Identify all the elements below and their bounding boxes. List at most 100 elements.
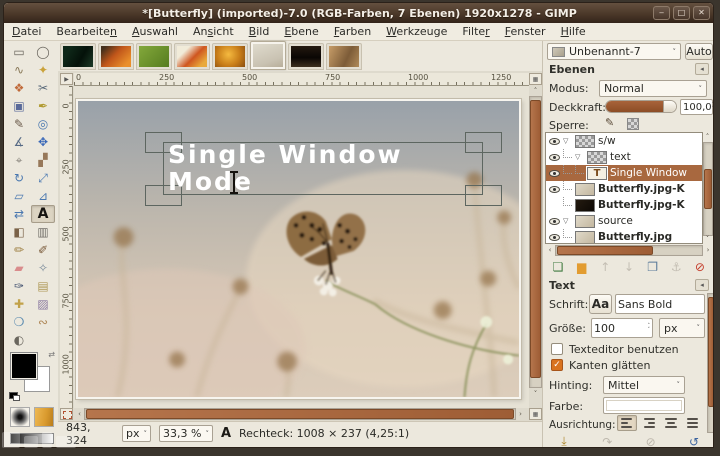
canvas-text[interactable]: Single WindowMode <box>168 141 403 195</box>
paths-tool[interactable]: ✒ <box>31 97 55 115</box>
image-tab-8[interactable] <box>326 43 362 70</box>
visibility-eye-icon[interactable] <box>549 170 560 177</box>
visibility-eye-icon[interactable] <box>549 186 560 193</box>
dodge-burn-tool[interactable]: ◐ <box>7 331 31 349</box>
font-name-input[interactable]: Sans Bold <box>615 294 705 314</box>
image-tab-3[interactable] <box>136 43 172 70</box>
scroll-right-arrow[interactable]: › <box>703 246 713 254</box>
titlebar[interactable]: *[Butterfly] (imported)-7.0 (RGB-Farben,… <box>4 3 714 23</box>
spinner-arrows-icon[interactable]: ˄˅ <box>648 324 651 332</box>
visibility-eye-icon[interactable] <box>549 154 560 161</box>
image-selector-dropdown[interactable]: Unbenannt-7 ˅ <box>547 43 681 60</box>
select-by-color-tool[interactable]: ❖ <box>7 79 31 97</box>
layer-row[interactable]: Butterfly.jpg-K <box>546 197 702 213</box>
color-picker-tool[interactable]: ✎ <box>7 115 31 133</box>
maximize-button[interactable]: □ <box>673 6 690 20</box>
crop-tool[interactable]: ▞ <box>31 151 55 169</box>
menu-bearbeiten[interactable]: Bearbeiten <box>56 25 117 38</box>
textbox-handle-top-right[interactable] <box>465 132 502 153</box>
active-brush-preview[interactable] <box>10 407 30 427</box>
bucket-fill-tool[interactable]: ◧ <box>7 223 31 241</box>
visibility-eye-icon[interactable] <box>549 218 560 225</box>
image-tab-6[interactable] <box>250 41 286 70</box>
text-color-button[interactable] <box>603 397 685 414</box>
panel-menu-button[interactable]: ◂ <box>695 279 709 291</box>
expander-triangle-icon[interactable]: ▽ <box>563 217 572 225</box>
zoom-follow-window-toggle[interactable]: ▦ <box>529 73 542 85</box>
lock-alpha-icon[interactable] <box>627 118 639 130</box>
scroll-up-arrow[interactable]: ˄ <box>529 87 542 95</box>
blur-sharpen-tool[interactable]: ❍ <box>7 313 31 331</box>
scroll-left-arrow[interactable]: ‹ <box>545 246 555 254</box>
use-editor-checkbox[interactable] <box>551 343 563 355</box>
measure-tool[interactable]: ∡ <box>7 133 31 151</box>
eraser-tool[interactable]: ▰ <box>7 259 31 277</box>
spinner-arrows-icon[interactable]: ˄˅ <box>712 103 714 111</box>
perspective-clone-tool[interactable]: ▨ <box>31 295 55 313</box>
opacity-slider[interactable] <box>605 100 677 113</box>
visibility-eye-icon[interactable] <box>549 138 560 145</box>
size-unit-dropdown[interactable]: px˅ <box>659 318 705 338</box>
layer-row[interactable]: TSingle Window <box>546 165 702 181</box>
font-picker-button[interactable]: Aa <box>589 294 612 314</box>
menu-fenster[interactable]: Fenster <box>505 25 546 38</box>
active-gradient-preview[interactable] <box>10 433 54 444</box>
image-tab-7[interactable] <box>288 43 324 70</box>
delete-layer-button[interactable]: ⊘ <box>689 258 711 275</box>
scroll-right-arrow[interactable]: › <box>514 410 527 418</box>
ellipse-select-tool[interactable]: ◯ <box>31 43 55 61</box>
navigation-button[interactable]: ▦ <box>529 408 542 420</box>
paintbrush-tool[interactable]: ✐ <box>31 241 55 259</box>
clone-tool[interactable]: ▤ <box>31 277 55 295</box>
auto-button[interactable]: Auto <box>685 43 713 60</box>
lock-pixels-icon[interactable]: ✎ <box>605 116 614 129</box>
blend-tool[interactable]: ▥ <box>31 223 55 241</box>
menu-bild[interactable]: Bild <box>249 25 270 38</box>
reset-options-button[interactable]: ↺ <box>683 433 705 448</box>
default-colors-icon[interactable] <box>9 392 18 399</box>
shear-tool[interactable]: ▱ <box>7 187 31 205</box>
menu-hilfe[interactable]: Hilfe <box>561 25 586 38</box>
layer-mode-dropdown[interactable]: Normal˅ <box>599 80 707 97</box>
rectangle-select-tool[interactable]: ▭ <box>7 43 31 61</box>
quickmask-toggle[interactable] <box>60 408 73 420</box>
zoom-tool[interactable]: ◎ <box>31 115 55 133</box>
move-tool[interactable]: ✥ <box>31 133 55 151</box>
vscroll-thumb[interactable] <box>530 100 541 378</box>
zoom-select[interactable]: 33,3 %˅ <box>159 425 213 442</box>
ruler-corner-menu-button[interactable]: ▶ <box>60 73 73 85</box>
menu-farben[interactable]: Farben <box>334 25 371 38</box>
scale-tool[interactable]: ⤢ <box>31 169 55 187</box>
expander-triangle-icon[interactable]: ▽ <box>575 153 584 161</box>
close-button[interactable]: ✕ <box>693 6 710 20</box>
opacity-slider-knob[interactable] <box>663 101 676 112</box>
ink-tool[interactable]: ✑ <box>7 277 31 295</box>
expander-triangle-icon[interactable]: ▽ <box>563 137 572 145</box>
pencil-tool[interactable]: ✏ <box>7 241 31 259</box>
foreground-color-swatch[interactable] <box>11 353 37 379</box>
free-select-tool[interactable]: ∿ <box>7 61 31 79</box>
flip-tool[interactable]: ⇄ <box>7 205 31 223</box>
minimize-button[interactable]: ‒ <box>653 6 670 20</box>
menu-filter[interactable]: Filter <box>462 25 489 38</box>
image-viewport[interactable]: Single WindowMode <box>74 86 529 408</box>
menu-ansicht[interactable]: Ansicht <box>193 25 234 38</box>
perspective-tool[interactable]: ⊿ <box>31 187 55 205</box>
menu-werkzeuge[interactable]: Werkzeuge <box>386 25 447 38</box>
heal-tool[interactable]: ✚ <box>7 295 31 313</box>
layer-row[interactable]: Butterfly.jpg <box>546 229 702 244</box>
smudge-tool[interactable]: ∾ <box>31 313 55 331</box>
panel-menu-button[interactable]: ◂ <box>695 63 709 75</box>
align-justify-button[interactable] <box>683 415 703 431</box>
scroll-down-arrow[interactable]: ˅ <box>529 390 542 398</box>
new-group-button[interactable]: ▆ <box>571 258 593 275</box>
fuzzy-select-tool[interactable]: ✦ <box>31 61 55 79</box>
textbox-handle-bottom-right[interactable] <box>465 185 502 206</box>
opacity-spinbox[interactable]: 100,0˄˅ <box>680 99 713 115</box>
scroll-down-arrow[interactable]: ˅ <box>702 235 713 243</box>
image-tab-2[interactable] <box>98 43 134 70</box>
save-options-button[interactable]: ⤓ <box>553 433 575 448</box>
align-center-button[interactable] <box>661 415 681 431</box>
duplicate-layer-button[interactable]: ❐ <box>642 258 664 275</box>
scissors-select-tool[interactable]: ✂ <box>31 79 55 97</box>
